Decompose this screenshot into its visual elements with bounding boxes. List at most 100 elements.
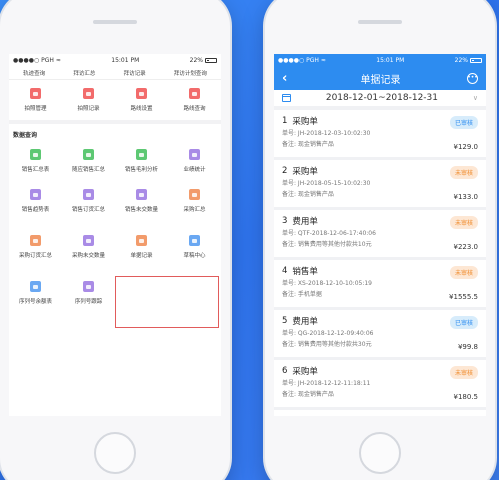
record-note: 备注: 现金销售产品 bbox=[282, 191, 334, 198]
top-menu-row: 轨迹查询 拜访汇总 拜访记录 拜访计划查询 bbox=[9, 66, 221, 80]
record-item[interactable]: 6 采购单 未审核单号: JH-2018-12-12-11:18:11 备注: 现金销… bbox=[274, 360, 486, 410]
module-icon bbox=[189, 149, 200, 160]
menu-tile-label: 采购订货汇总 bbox=[18, 253, 52, 259]
record-number: 单号: QTF-2018-12-06-17:40:06 bbox=[282, 230, 376, 237]
module-icon bbox=[136, 189, 147, 200]
battery-text: 22% bbox=[189, 56, 203, 64]
record-item[interactable]: 1 采购单 已审核单号: JH-2018-12-03-10:02:30 备注: 现金销… bbox=[274, 110, 486, 160]
record-index: 1 bbox=[282, 116, 288, 126]
menu-tile[interactable]: 路线设置 bbox=[115, 80, 168, 120]
more-options-icon[interactable]: ••• bbox=[467, 72, 478, 84]
signal-icon: ●●●●○ bbox=[13, 56, 40, 64]
module-icon bbox=[189, 235, 200, 246]
record-type: 费用单 bbox=[292, 217, 318, 227]
carrier: PGH bbox=[306, 56, 319, 64]
menu-tile-label: 单据记录 bbox=[130, 253, 153, 259]
record-item[interactable]: 5 费用单 已审核单号: QG-2018-12-12-09:40:06 备注: 销售费… bbox=[274, 310, 486, 360]
record-note: 备注: 销售费用等其他付款共30元 bbox=[282, 341, 372, 348]
record-type: 采购单 bbox=[292, 117, 318, 127]
right-screen: ●●●●○ PGH ≈ 15:01 PM 22% ‹ 单据记录 ••• 2018… bbox=[274, 54, 486, 416]
record-note: 备注: 现金销售产品 bbox=[282, 391, 334, 398]
record-amount: ¥180.5 bbox=[453, 393, 479, 401]
record-header: 5 费用单 bbox=[282, 314, 478, 328]
module-icon bbox=[30, 281, 41, 292]
record-number: 单号: JH-2018-12-03-10:02:30 bbox=[282, 130, 371, 137]
record-item[interactable]: 2 采购单 未审核 单号: JH-2018-05-15-10:02:30 备注: 现金销… bbox=[274, 160, 486, 210]
record-item[interactable]: 3 费用单 未审核 单号: QTF-2018-12-06-17:40:06 备注: 销售… bbox=[274, 210, 486, 260]
record-type: 销售单 bbox=[292, 267, 318, 277]
record-note: 备注: 销售费用等其他付款共10元 bbox=[282, 241, 372, 248]
menu-tile-label: 随应销售汇总 bbox=[71, 167, 105, 173]
module-icon bbox=[30, 235, 41, 246]
menu-tile[interactable]: 销售趋势表 bbox=[9, 181, 62, 221]
chevron-down-icon: ∨ bbox=[472, 94, 478, 102]
menu-grid-row-1: 拍照管理 拍照记录 路线设置 路线查询 bbox=[9, 80, 221, 120]
page-title: 单据记录 bbox=[360, 74, 401, 86]
menu-tile[interactable]: 销售未交数量 bbox=[115, 181, 168, 221]
menu-track-query[interactable]: 轨迹查询 bbox=[23, 69, 45, 77]
menu-tile[interactable]: 采购订货汇总 bbox=[9, 221, 62, 273]
status-bar: ●●●●○ PGH ≈ 15:01 PM 22% bbox=[274, 54, 486, 66]
back-arrow-icon[interactable]: ‹ bbox=[282, 71, 294, 86]
menu-tile[interactable]: 拍照管理 bbox=[9, 80, 62, 120]
menu-tile[interactable]: 路线查询 bbox=[168, 80, 221, 120]
module-icon bbox=[136, 235, 147, 246]
record-number: 单号: JH-2018-12-12-11:18:11 bbox=[282, 380, 371, 387]
status-time: 15:01 PM bbox=[376, 56, 405, 64]
left-phone: ●●●●○ PGH ≈ 15:01 PM 22% 轨迹查询 拜访汇总 拜访记录 … bbox=[0, 0, 230, 480]
status-badge: 已审核 bbox=[449, 116, 478, 129]
status-bar: ●●●●○ PGH ≈ 15:01 PM 22% bbox=[9, 54, 221, 66]
record-header: 4 销售单 bbox=[282, 264, 478, 278]
menu-visit-records[interactable]: 拜访记录 bbox=[124, 69, 146, 77]
menu-tile[interactable]: 序列号跟踪 bbox=[62, 273, 115, 313]
status-badge: 未审核 bbox=[449, 166, 478, 179]
record-header: 6 采购单 bbox=[282, 364, 478, 378]
menu-tile[interactable]: 销售汇总表 bbox=[9, 141, 62, 181]
home-button[interactable] bbox=[359, 432, 401, 474]
menu-tile[interactable]: 采购未交数量 bbox=[62, 221, 115, 273]
menu-tile[interactable]: 销售订货汇总 bbox=[62, 181, 115, 221]
menu-tile[interactable]: 拍照记录 bbox=[62, 80, 115, 120]
left-screen: ●●●●○ PGH ≈ 15:01 PM 22% 轨迹查询 拜访汇总 拜访记录 … bbox=[9, 54, 221, 416]
menu-tile-label: 业绩统计 bbox=[183, 167, 206, 173]
module-icon bbox=[83, 281, 94, 292]
record-note: 备注: 现金销售产品 bbox=[282, 141, 334, 148]
status-badge: 已审核 bbox=[449, 316, 478, 329]
menu-tile-label: 采购汇总 bbox=[183, 207, 206, 213]
section-title: 数据查询 bbox=[9, 120, 221, 141]
record-index: 6 bbox=[282, 366, 288, 376]
menu-tile-label: 路线查询 bbox=[183, 106, 206, 112]
record-item[interactable]: 4 销售单 未审核 单号: XS-2018-12-10-10:05:19 备注: 手机单… bbox=[274, 260, 486, 310]
module-icon bbox=[136, 88, 147, 99]
menu-tile-label: 销售订货汇总 bbox=[71, 207, 105, 213]
menu-tile-label: 拍照管理 bbox=[24, 106, 47, 112]
menu-tile[interactable]: 业绩统计 bbox=[168, 141, 221, 181]
home-button[interactable] bbox=[94, 432, 136, 474]
menu-tile[interactable]: 采购汇总 bbox=[168, 181, 221, 221]
menu-tile-label: 销售趋势表 bbox=[21, 207, 50, 213]
module-icon bbox=[189, 189, 200, 200]
status-badge: 未审核 bbox=[449, 216, 478, 229]
menu-tile[interactable]: 随应销售汇总 bbox=[62, 141, 115, 181]
module-icon bbox=[30, 149, 41, 160]
menu-tile[interactable]: 销售毛利分析 bbox=[115, 141, 168, 181]
menu-visit-summary[interactable]: 拜访汇总 bbox=[73, 69, 95, 77]
battery-text: 22% bbox=[454, 56, 468, 64]
menu-grid-row-3: 销售趋势表 销售订货汇总 销售未交数量 采购汇总 bbox=[9, 181, 221, 221]
module-icon bbox=[83, 149, 94, 160]
record-type: 采购单 bbox=[292, 167, 318, 177]
nav-bar: ‹ 单据记录 ••• bbox=[274, 66, 486, 90]
record-amount: ¥99.8 bbox=[457, 343, 478, 351]
menu-tile[interactable]: 单据记录 bbox=[115, 221, 168, 273]
date-range-selector[interactable]: 2018-12-01~2018-12-31 ∨ bbox=[274, 90, 486, 110]
record-header: 2 采购单 bbox=[282, 164, 478, 178]
menu-tile[interactable]: 序列号余额表 bbox=[9, 273, 62, 313]
menu-visit-plan-query[interactable]: 拜访计划查询 bbox=[174, 69, 207, 77]
record-amount: ¥129.0 bbox=[453, 143, 479, 151]
menu-tile[interactable]: 草稿中心 bbox=[168, 221, 221, 273]
record-index: 4 bbox=[282, 266, 288, 276]
record-type: 采购单 bbox=[292, 367, 318, 377]
record-number: 单号: QG-2018-12-12-09:40:06 bbox=[282, 330, 374, 337]
status-badge: 未审核 bbox=[449, 366, 478, 379]
status-time: 15:01 PM bbox=[111, 56, 140, 64]
